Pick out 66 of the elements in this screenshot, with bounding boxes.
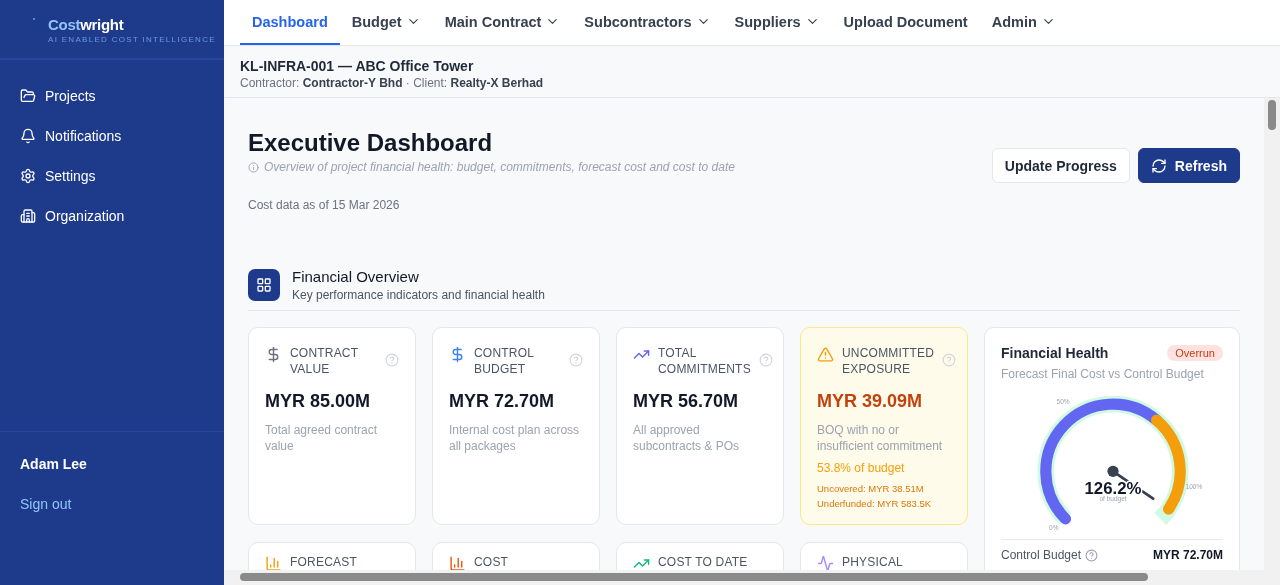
budget-share: 53.8% of budget — [817, 461, 906, 475]
kpi-title: PHYSICAL — [842, 554, 904, 570]
metric-label: Control Budget — [1001, 548, 1082, 562]
status-badge: Overrun — [1167, 345, 1223, 361]
kpi-title: FORECAST — [290, 554, 358, 570]
kpi-title: TOTAL COMMITMENTS — [658, 345, 751, 377]
page-subtitle: Overview of project financial health: budget, commitments, forecast cost and cost to date — [264, 160, 735, 174]
exposure-note: Underfunded: MYR 583.5K — [817, 497, 933, 511]
bell-icon — [20, 128, 36, 144]
kpi-title: COST TO DATE — [658, 554, 749, 570]
section-title: Financial Overview — [292, 268, 420, 285]
sidebar-item[interactable]: Organization — [0, 196, 224, 236]
kpi-description: All approved subcontracts & POs — [633, 422, 741, 454]
project-title: KL-INFRA-001 — ABC Office Tower — [240, 57, 475, 75]
refresh-icon — [1150, 157, 1167, 174]
help-icon[interactable] — [758, 353, 773, 367]
kpi-description: Total agreed contract value — [265, 422, 379, 454]
sidebar-item[interactable]: Projects — [0, 76, 224, 116]
help-icon[interactable] — [569, 353, 583, 367]
nav-tab[interactable]: Budget — [339, 0, 433, 45]
kpi-title: COST — [474, 554, 510, 570]
horizontal-scrollbar[interactable] — [224, 570, 1280, 585]
bar-chart-icon — [265, 555, 282, 570]
card-subtitle: Forecast Final Cost vs Control Budget — [1001, 367, 1205, 381]
exposure-note: Uncovered: MYR 38.51M — [817, 482, 925, 496]
building-icon — [20, 208, 36, 224]
metric-value: MYR 72.70M — [1152, 548, 1223, 562]
kpi-value: MYR 72.70M — [449, 391, 556, 412]
info-icon — [248, 161, 259, 173]
brand-tagline: AI ENABLED COST INTELLIGENCE — [48, 34, 217, 45]
kpi-description: Internal cost plan across all packages — [449, 422, 581, 454]
cost-date-note: Cost data as of 15 Mar 2026 — [248, 198, 401, 212]
kpi-title: CONTROL BUDGET — [474, 345, 535, 377]
nav-tab[interactable]: Subcontractors — [572, 0, 723, 45]
section-subtitle: Key performance indicators and financial health — [292, 288, 545, 302]
brand-name: Costwright — [48, 16, 125, 34]
nav-tab[interactable]: Main Contract — [432, 0, 573, 45]
project-details: Contractor: Contractor-Y Bhd · Client: Realty-X Berhad — [240, 75, 545, 91]
card-title: Financial Health — [1001, 345, 1109, 361]
user-name: Adam Lee — [20, 456, 88, 472]
bar-chart-icon — [449, 555, 466, 570]
page-title: Executive Dashboard — [248, 128, 494, 158]
help-icon[interactable] — [385, 353, 399, 367]
nav-tab[interactable]: Suppliers — [722, 0, 832, 45]
sign-out-link[interactable]: Sign out — [20, 496, 204, 512]
kpi-value: MYR 39.09M — [817, 391, 924, 412]
kpi-title: UNCOMMITTED EXPOSURE — [842, 345, 935, 377]
settings-icon — [20, 168, 36, 184]
sidebar-item[interactable]: Notifications — [0, 116, 224, 156]
nav-tab[interactable]: Admin — [979, 0, 1068, 45]
vertical-scrollbar[interactable] — [1264, 98, 1280, 570]
kpi-description: BOQ with no or insufficient commitment — [817, 422, 944, 454]
help-icon[interactable] — [1085, 548, 1099, 562]
nav-tab[interactable]: Upload Document — [831, 0, 980, 45]
kpi-value: MYR 56.70M — [633, 391, 740, 412]
help-icon[interactable] — [942, 353, 957, 367]
sidebar-item[interactable]: Settings — [0, 156, 224, 196]
warning-icon — [817, 346, 834, 363]
folder-icon — [20, 88, 36, 104]
kpi-title: CONTRACT VALUE — [290, 345, 360, 377]
section-icon — [248, 269, 280, 301]
nav-tab[interactable]: Dashboard — [240, 0, 340, 45]
activity-icon — [817, 555, 834, 570]
refresh-button[interactable]: Refresh — [1137, 148, 1240, 183]
update-progress-button[interactable]: Update Progress — [991, 148, 1130, 183]
kpi-value: MYR 85.00M — [265, 391, 372, 412]
